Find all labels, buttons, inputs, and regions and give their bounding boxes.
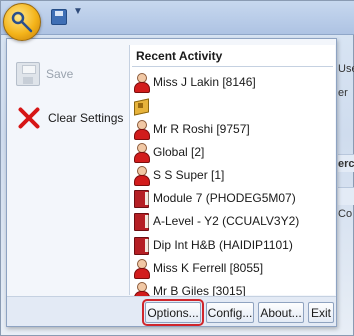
key-icon <box>11 11 33 33</box>
save-label: Save <box>46 67 74 81</box>
quick-access-dropdown-icon[interactable]: ▼ <box>73 6 83 17</box>
recent-item[interactable]: Miss J Lakin [8146] <box>132 70 332 93</box>
book-icon <box>132 189 150 208</box>
recent-item[interactable]: Mr R Roshi [9757] <box>132 117 332 140</box>
recent-item-label: Miss K Ferrell [8055] <box>153 260 264 275</box>
person-icon <box>132 142 150 163</box>
book-icon <box>132 212 150 231</box>
recent-item-label: Miss J Lakin [8146] <box>153 74 256 89</box>
save-command[interactable]: Save <box>16 59 128 89</box>
recent-item[interactable]: Miss K Ferrell [8055] <box>132 256 332 279</box>
recent-item-label: S S Super [1] <box>153 167 225 182</box>
recent-item[interactable]: Module 7 (PHODEG5M07) <box>132 186 332 209</box>
menu-commands: Save Clear Settings <box>10 45 129 295</box>
person-icon <box>132 119 150 140</box>
options-button[interactable]: Options... <box>142 299 204 326</box>
person-icon <box>132 258 150 279</box>
background-text-fragment: er <box>338 87 348 99</box>
group-icon <box>132 96 150 114</box>
config-button[interactable]: Config... <box>206 302 254 323</box>
recent-item-label: Global [2] <box>153 144 205 159</box>
recent-activity-panel: Recent Activity Miss J Lakin [8146] Mr R… <box>129 45 335 302</box>
exit-button[interactable]: Exit <box>308 302 334 323</box>
recent-item[interactable]: Dip Int H&B (HAIDIP1101) <box>132 233 332 256</box>
recent-activity-title: Recent Activity <box>132 45 333 67</box>
recent-item-label: A-Level - Y2 (CCUALV3Y2) <box>153 213 300 228</box>
about-button[interactable]: About... <box>258 302 304 323</box>
background-text-fragment: erc <box>338 158 354 170</box>
menu-footer: Options... Config... About... Exit <box>7 296 336 326</box>
person-icon <box>132 165 150 186</box>
recent-item-label: Module 7 (PHODEG5M07) <box>153 190 296 205</box>
recent-item[interactable]: A-Level - Y2 (CCUALV3Y2) <box>132 209 332 232</box>
application-menu-button[interactable] <box>3 3 41 41</box>
background-text-fragment: Use <box>338 63 354 75</box>
close-icon <box>16 105 42 131</box>
person-icon <box>132 72 150 93</box>
clear-settings-command[interactable]: Clear Settings <box>16 103 128 133</box>
disk-icon <box>16 62 40 86</box>
background-text-fragment: Co <box>338 208 353 220</box>
recent-item[interactable]: Global [2] <box>132 140 332 163</box>
application-menu: Save Clear Settings Recent Activity Miss… <box>6 38 337 327</box>
recent-item[interactable] <box>132 93 332 116</box>
quick-access-save-icon[interactable] <box>51 9 67 25</box>
recent-item-label: Dip Int H&B (HAIDIP1101) <box>153 237 293 252</box>
recent-item[interactable]: S S Super [1] <box>132 163 332 186</box>
recent-item-label: Mr R Roshi [9757] <box>153 121 250 136</box>
clear-settings-label: Clear Settings <box>48 111 124 125</box>
book-icon <box>132 236 150 255</box>
